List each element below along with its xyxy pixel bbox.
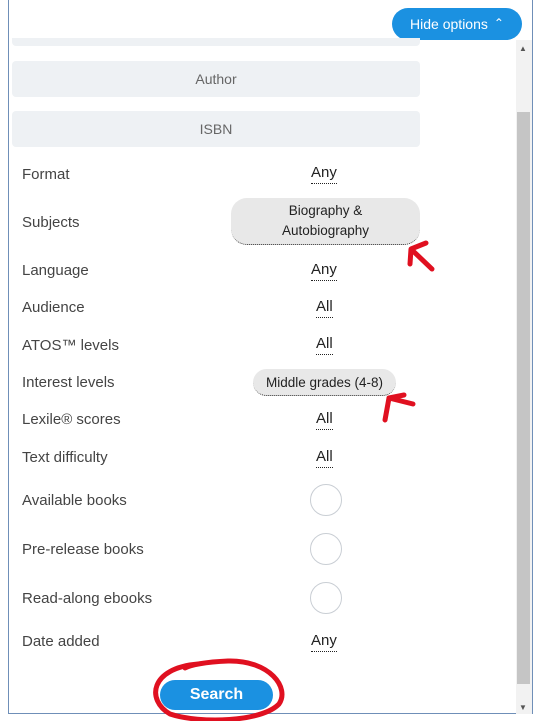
isbn-field[interactable]: ISBN (12, 111, 420, 147)
interest-levels-label: Interest levels (22, 374, 115, 391)
lexile-scores-value[interactable]: All (316, 410, 333, 430)
isbn-label: ISBN (199, 121, 233, 137)
subjects-value-line2: Autobiography (281, 223, 370, 238)
search-label: Search (189, 686, 244, 703)
subjects-value-line1: Biography & (288, 203, 363, 218)
chevron-up-icon: ⌃ (493, 16, 504, 30)
subjects-label: Subjects (22, 214, 80, 231)
scroll-down-arrow-icon[interactable]: ▼ (519, 703, 527, 712)
date-added-value[interactable]: Any (311, 632, 337, 652)
lexile-scores-label: Lexile® scores (22, 411, 121, 428)
text-difficulty-label: Text difficulty (22, 449, 108, 466)
author-label: Author (195, 71, 237, 87)
language-label: Language (22, 262, 89, 279)
format-label: Format (22, 166, 70, 183)
author-field[interactable]: Author (12, 61, 420, 97)
read-along-ebooks-toggle[interactable] (310, 582, 342, 614)
atos-levels-value[interactable]: All (316, 335, 333, 355)
search-button[interactable]: Search (160, 680, 273, 710)
interest-levels-value[interactable]: Middle grades (4-8) (253, 369, 396, 396)
subjects-value[interactable]: Biography & Autobiography (231, 198, 420, 245)
interest-levels-value-text: Middle grades (4-8) (265, 374, 384, 390)
read-along-ebooks-label: Read-along ebooks (22, 590, 153, 607)
available-books-label: Available books (22, 492, 127, 509)
atos-levels-label: ATOS™ levels (22, 337, 119, 354)
hide-options-button[interactable]: Hide options ⌃ (392, 8, 522, 40)
scroll-up-arrow-icon[interactable]: ▲ (519, 44, 527, 53)
title-field-edge[interactable] (12, 38, 420, 46)
audience-value[interactable]: All (316, 298, 333, 318)
available-books-toggle[interactable] (310, 484, 342, 516)
hide-options-label: Hide options (410, 16, 488, 32)
date-added-label: Date added (22, 633, 100, 650)
text-difficulty-value[interactable]: All (316, 448, 333, 468)
pre-release-books-toggle[interactable] (310, 533, 342, 565)
audience-label: Audience (22, 299, 85, 316)
scrollbar-thumb[interactable] (517, 112, 530, 684)
pre-release-books-label: Pre-release books (22, 541, 144, 558)
language-value[interactable]: Any (311, 261, 337, 281)
format-value[interactable]: Any (311, 164, 337, 184)
